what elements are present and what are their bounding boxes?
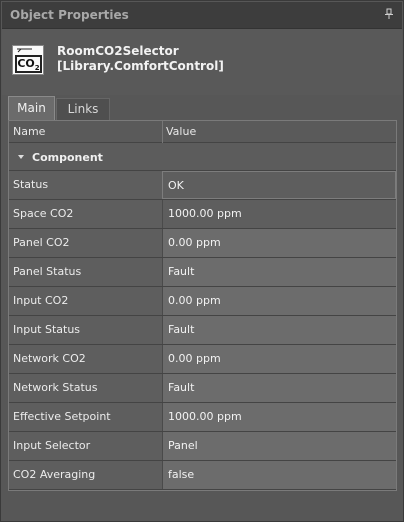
- property-value[interactable]: Fault: [162, 374, 396, 402]
- property-name: CO2 Averaging: [9, 461, 162, 489]
- property-value[interactable]: 0.00 ppm: [162, 229, 396, 257]
- property-name: Panel Status: [9, 258, 162, 286]
- object-name-line1: RoomCO2Selector: [57, 44, 179, 58]
- property-value[interactable]: Fault: [162, 258, 396, 286]
- property-name: Space CO2: [9, 200, 162, 228]
- property-row-network-co2[interactable]: Network CO2 0.00 ppm: [9, 345, 396, 374]
- property-row-network-status[interactable]: Network Status Fault: [9, 374, 396, 403]
- column-value-header[interactable]: Value: [166, 125, 196, 138]
- panel-title: Object Properties: [10, 8, 129, 22]
- property-grid: Name Value Component Status OK Space CO2…: [8, 120, 397, 491]
- property-row-input-selector[interactable]: Input Selector Panel: [9, 432, 396, 461]
- property-row-space-co2[interactable]: Space CO2 1000.00 ppm: [9, 200, 396, 229]
- property-value[interactable]: 1000.00 ppm: [162, 403, 396, 431]
- object-header: CO2 RoomCO2Selector [Library.ComfortCont…: [2, 29, 402, 95]
- column-header: Name Value: [9, 121, 396, 143]
- property-value[interactable]: 0.00 ppm: [162, 345, 396, 373]
- property-row-co2-averaging[interactable]: CO2 Averaging false: [9, 461, 396, 490]
- tab-main[interactable]: Main: [8, 96, 55, 120]
- property-name: Panel CO2: [9, 229, 162, 257]
- column-name-header[interactable]: Name: [13, 125, 45, 138]
- property-row-panel-co2[interactable]: Panel CO2 0.00 ppm: [9, 229, 396, 258]
- property-name: Effective Setpoint: [9, 403, 162, 431]
- property-row-effective-setpoint[interactable]: Effective Setpoint 1000.00 ppm: [9, 403, 396, 432]
- property-value[interactable]: Fault: [162, 316, 396, 344]
- object-properties-panel: Object Properties CO2 RoomCO2Selector [L…: [0, 0, 404, 522]
- tab-bar: Main Links: [8, 96, 398, 120]
- property-name: Network CO2: [9, 345, 162, 373]
- property-name: Input Status: [9, 316, 162, 344]
- object-name: RoomCO2Selector [Library.ComfortControl]: [57, 44, 224, 74]
- property-row-input-co2[interactable]: Input CO2 0.00 ppm: [9, 287, 396, 316]
- pin-icon[interactable]: [384, 8, 394, 20]
- property-value[interactable]: Panel: [162, 432, 396, 460]
- property-row-input-status[interactable]: Input Status Fault: [9, 316, 396, 345]
- property-value[interactable]: 1000.00 ppm: [162, 200, 396, 228]
- property-name: Input Selector: [9, 432, 162, 460]
- property-row-status[interactable]: Status OK: [9, 171, 396, 200]
- property-value[interactable]: 0.00 ppm: [162, 287, 396, 315]
- property-name: Input CO2: [9, 287, 162, 315]
- panel-titlebar: Object Properties: [2, 2, 402, 29]
- category-label: Component: [32, 151, 103, 164]
- property-value[interactable]: false: [162, 461, 396, 489]
- tab-links[interactable]: Links: [56, 98, 110, 120]
- property-name: Network Status: [9, 374, 162, 402]
- expand-triangle-icon[interactable]: [18, 155, 24, 159]
- property-row-panel-status[interactable]: Panel Status Fault: [9, 258, 396, 287]
- property-value[interactable]: OK: [162, 171, 396, 199]
- category-component[interactable]: Component: [9, 143, 396, 171]
- object-name-line2: [Library.ComfortControl]: [57, 59, 224, 73]
- property-name: Status: [9, 171, 162, 199]
- co2-selector-icon: CO2: [12, 45, 44, 75]
- column-separator[interactable]: [162, 121, 163, 143]
